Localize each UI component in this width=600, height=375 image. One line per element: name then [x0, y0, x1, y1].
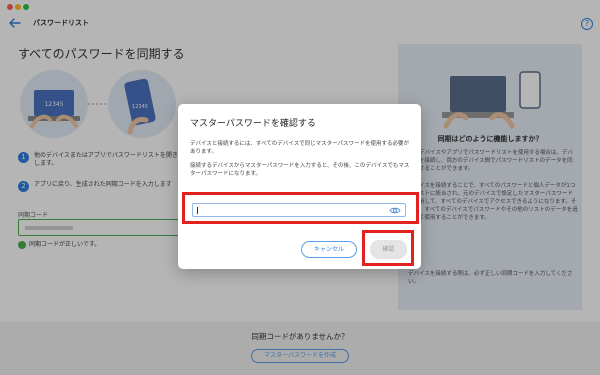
dialog-text-2: 接続するデバイスからマスターパスワードを入力すると、その後、このデバイスでもマス… [190, 163, 410, 177]
highlight-password-input [182, 192, 419, 224]
highlight-confirm-button [362, 230, 414, 266]
dialog-title: マスターパスワードを確認する [190, 119, 316, 129]
dialog-text-1: デバイスと接続するには、すべてのデバイスで同じマスターパスワードを使用する必要が… [190, 141, 410, 155]
cancel-button[interactable]: キャンセル [301, 241, 357, 258]
